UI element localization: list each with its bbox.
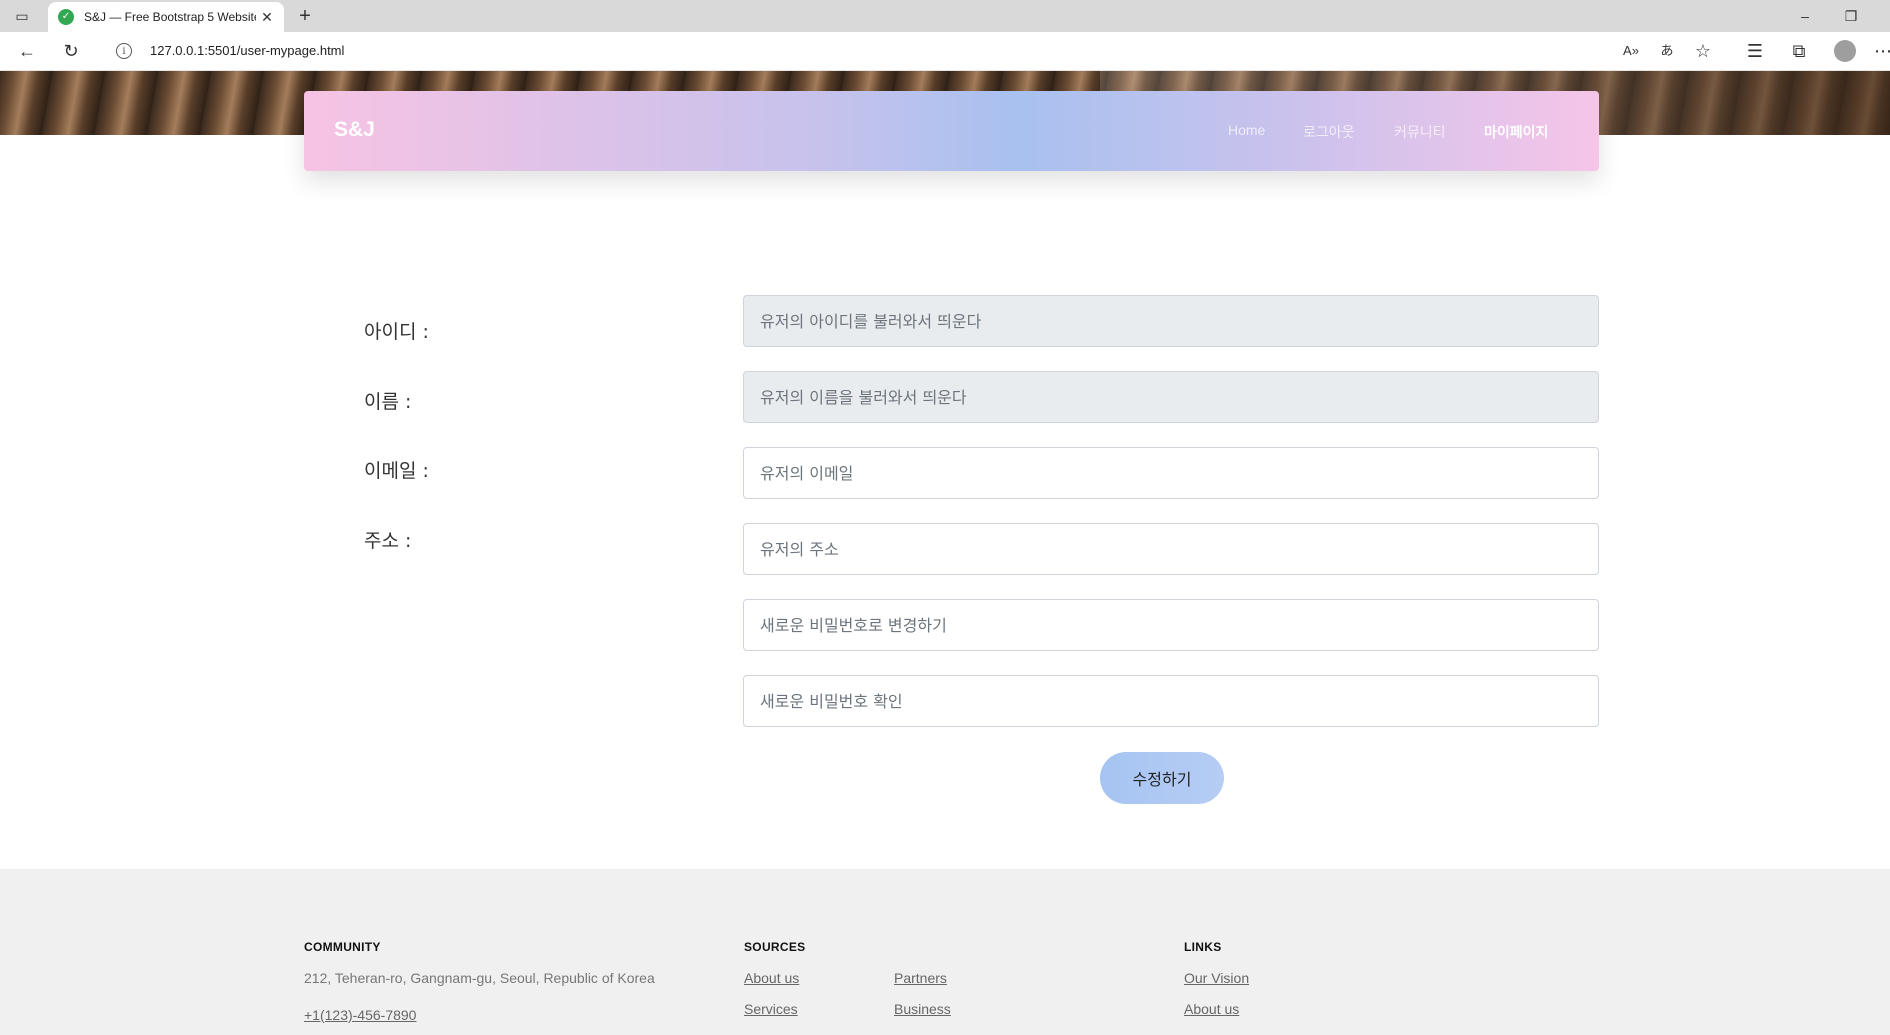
email-label: 이메일 : xyxy=(364,460,429,482)
submit-button[interactable]: 수정하기 xyxy=(1100,752,1224,804)
site-info-icon[interactable]: i xyxy=(116,43,132,59)
restore-icon[interactable]: ❐ xyxy=(1836,4,1866,28)
tab-title: S&J — Free Bootstrap 5 Website xyxy=(84,10,256,24)
brand-logo[interactable]: S&J xyxy=(334,118,375,142)
refresh-icon[interactable]: ↻ xyxy=(60,40,82,62)
address-field[interactable] xyxy=(743,523,1599,575)
browser-toolbar: ← ↻ i 127.0.0.1:5501/user-mypage.html A»… xyxy=(0,32,1890,71)
footer-heading-links: LINKS xyxy=(1184,940,1222,954)
more-icon[interactable]: ⋯ xyxy=(1872,40,1890,62)
footer-link-about-us[interactable]: About us xyxy=(744,970,799,986)
favorites-icon[interactable]: ☰ xyxy=(1744,40,1766,62)
address-bar[interactable]: i 127.0.0.1:5501/user-mypage.html xyxy=(100,36,1640,66)
add-favorite-icon[interactable]: ☆ xyxy=(1692,40,1714,62)
new-tab-icon[interactable]: + xyxy=(294,5,316,27)
address-url[interactable]: 127.0.0.1:5501/user-mypage.html xyxy=(150,43,344,58)
footer-link-business[interactable]: Business xyxy=(894,1001,951,1017)
footer-heading-sources: SOURCES xyxy=(744,940,806,954)
footer-address: 212, Teheran-ro, Gangnam-gu, Seoul, Repu… xyxy=(304,970,655,986)
profile-avatar[interactable] xyxy=(1834,40,1856,62)
address-label: 주소 : xyxy=(364,530,412,552)
back-icon[interactable]: ← xyxy=(16,40,38,62)
browser-tabstrip: ▭ ✓ S&J — Free Bootstrap 5 Website ✕ + –… xyxy=(0,0,1890,32)
footer-link-about-us-2[interactable]: About us xyxy=(1184,1001,1239,1017)
confirm-password-field[interactable] xyxy=(743,675,1599,727)
nav-home[interactable]: Home xyxy=(1228,122,1265,138)
email-field[interactable] xyxy=(743,447,1599,499)
minimize-icon[interactable]: – xyxy=(1790,4,1820,28)
footer-phone-link[interactable]: +1(123)-456-7890 xyxy=(304,1007,416,1023)
footer: COMMUNITY 212, Teheran-ro, Gangnam-gu, S… xyxy=(0,869,1890,1035)
footer-link-our-vision[interactable]: Our Vision xyxy=(1184,970,1249,986)
browser-tab[interactable]: ✓ S&J — Free Bootstrap 5 Website ✕ xyxy=(48,2,284,32)
collections-icon[interactable]: ⧉ xyxy=(1788,40,1810,62)
nav-mypage[interactable]: 마이페이지 xyxy=(1484,122,1548,142)
close-tab-icon[interactable]: ✕ xyxy=(258,8,276,26)
favicon-icon: ✓ xyxy=(58,9,74,25)
nav-logout[interactable]: 로그아웃 xyxy=(1303,122,1355,142)
footer-heading-community: COMMUNITY xyxy=(304,940,381,954)
tab-actions-icon[interactable]: ▭ xyxy=(14,8,30,24)
name-field[interactable] xyxy=(743,371,1599,423)
footer-link-services[interactable]: Services xyxy=(744,1001,798,1017)
footer-link-partners[interactable]: Partners xyxy=(894,970,947,986)
nav-community[interactable]: 커뮤니티 xyxy=(1394,122,1446,142)
translate-icon[interactable]: あ xyxy=(1656,40,1678,62)
read-aloud-icon[interactable]: A» xyxy=(1620,40,1642,62)
id-field[interactable] xyxy=(743,295,1599,347)
id-label: 아이디 : xyxy=(364,321,429,343)
new-password-field[interactable] xyxy=(743,599,1599,651)
name-label: 이름 : xyxy=(364,391,412,413)
navbar: S&J Home 로그아웃 커뮤니티 마이페이지 xyxy=(304,91,1599,171)
